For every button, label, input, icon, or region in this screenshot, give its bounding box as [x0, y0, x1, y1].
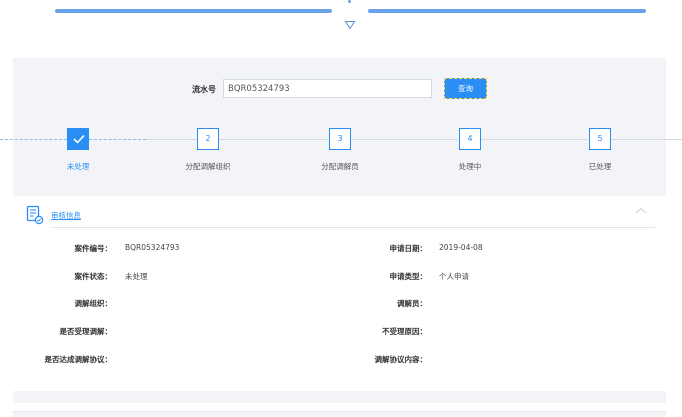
mediation-org-label: 调解组织： — [74, 299, 113, 308]
chevron-down-icon[interactable] — [344, 20, 356, 30]
step-4-marker: 4 — [459, 128, 481, 150]
step-connector — [0, 139, 67, 140]
top-bar-right-line — [368, 9, 646, 13]
agreement-content-label: 调解协议内容： — [374, 355, 428, 364]
step-5-label: 已处理 — [588, 162, 612, 171]
step-connector — [611, 139, 682, 140]
serial-number-label: 流水号 — [192, 85, 216, 94]
agreement-reached-label: 是否达成调解协议： — [44, 355, 113, 364]
step-connector — [89, 139, 146, 140]
check-icon — [73, 134, 85, 144]
reject-reason-label: 不受理原因： — [382, 327, 427, 336]
mediator-label: 调解员： — [397, 299, 427, 308]
card-title-divider — [51, 227, 655, 228]
top-bar — [0, 0, 682, 40]
step-connector — [351, 139, 458, 140]
step-3-label: 分配调解员 — [321, 162, 359, 171]
card-title[interactable]: 审核信息 — [51, 210, 81, 221]
step-4-label: 处理中 — [458, 162, 482, 171]
step-3-marker: 3 — [329, 128, 351, 150]
step-connector — [218, 139, 328, 140]
step-connector — [146, 139, 197, 140]
case-number-value: BQR05324793 — [125, 243, 180, 252]
step-1-label: 未处理 — [66, 162, 90, 171]
apply-type-label: 申请类型： — [389, 272, 428, 281]
step-5-marker: 5 — [589, 128, 611, 150]
next-section-strip — [13, 411, 666, 417]
case-status-label: 案件状态： — [74, 272, 113, 281]
apply-date-value: 2019-04-08 — [439, 243, 483, 252]
step-2-marker: 2 — [197, 128, 219, 150]
document-audit-icon — [26, 205, 44, 225]
chevron-up-icon[interactable] — [635, 207, 647, 214]
case-status-value: 未处理 — [125, 272, 148, 281]
apply-date-label: 申请日期： — [389, 244, 428, 253]
top-bar-left-line — [55, 9, 332, 13]
query-button[interactable]: 查询 — [444, 78, 487, 99]
top-bar-dot — [348, 0, 351, 3]
accepted-label: 是否受理调解： — [59, 327, 113, 336]
step-1-marker — [67, 128, 89, 150]
case-number-label: 案件编号： — [74, 244, 113, 253]
serial-number-input[interactable] — [223, 79, 432, 98]
apply-type-value: 个人申请 — [439, 272, 469, 281]
step-connector — [481, 139, 587, 140]
step-2-label: 分配调解组织 — [185, 162, 231, 171]
